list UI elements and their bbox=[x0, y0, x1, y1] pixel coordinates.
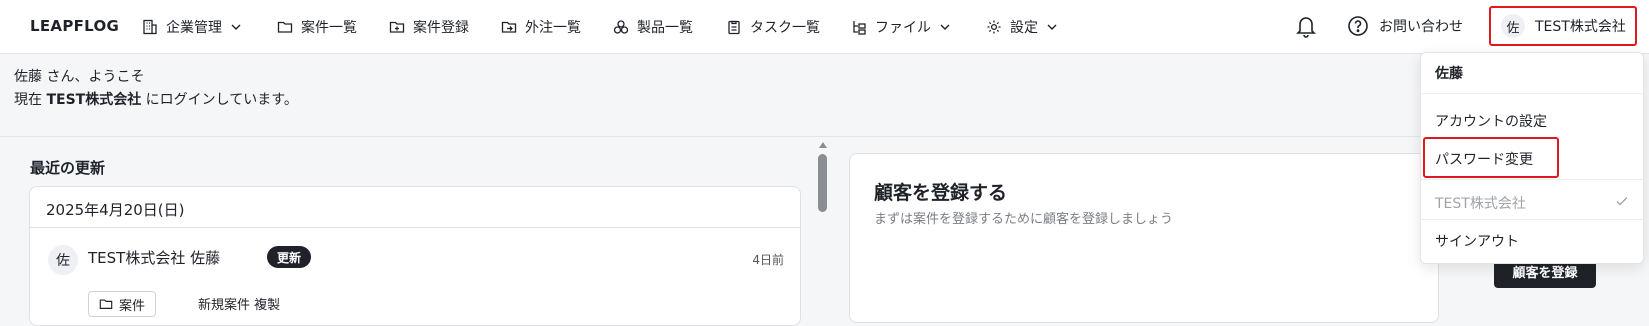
account-menu-button[interactable]: 佐 TEST株式会社 bbox=[1489, 6, 1637, 46]
scrollbar-thumb[interactable] bbox=[818, 154, 827, 212]
account-dropdown-menu: 佐藤 アカウントの設定 パスワード変更 TEST株式会社 サインアウト bbox=[1420, 52, 1644, 264]
register-customer-card: 顧客を登録する まずは案件を登録するために顧客を登録しましょう bbox=[849, 153, 1439, 323]
welcome-company: TEST株式会社 bbox=[46, 92, 142, 108]
help-circle-icon bbox=[1347, 15, 1369, 37]
nav-products[interactable]: 製品一覧 bbox=[612, 16, 693, 38]
contact-link[interactable]: お問い合わせ bbox=[1347, 14, 1463, 38]
section-divider bbox=[0, 136, 1420, 137]
nav-projects[interactable]: 案件一覧 bbox=[276, 16, 357, 38]
contact-label: お問い合わせ bbox=[1379, 19, 1463, 35]
welcome-line-2: 現在 TEST株式会社 にログインしています。 bbox=[14, 89, 298, 112]
date-heading: 2025年4月20日(日) bbox=[46, 201, 185, 219]
entry-detail[interactable]: 新規案件 複製 bbox=[198, 294, 280, 313]
nav-label: 外注一覧 bbox=[525, 20, 581, 36]
chevron-down-icon bbox=[1046, 21, 1058, 33]
dropdown-divider bbox=[1421, 219, 1643, 220]
folder-icon bbox=[276, 18, 294, 36]
dropdown-divider bbox=[1421, 179, 1643, 180]
nav-register-project[interactable]: 案件登録 bbox=[388, 16, 469, 38]
recent-updates-card: 2025年4月20日(日) 佐 TEST株式会社 佐藤 更新 4日前 案件 新規… bbox=[29, 186, 801, 326]
project-tag[interactable]: 案件 bbox=[88, 291, 157, 317]
dropdown-user-name: 佐藤 bbox=[1435, 66, 1463, 82]
folder-icon bbox=[99, 297, 113, 311]
folder-plus-icon bbox=[388, 18, 406, 36]
boxes-icon bbox=[612, 18, 630, 36]
nav-company-management[interactable]: 企業管理 bbox=[141, 16, 242, 38]
gear-icon bbox=[985, 18, 1003, 36]
nav-label: タスク一覧 bbox=[750, 20, 820, 36]
nav-label: ファイル bbox=[875, 20, 931, 36]
entry-author: TEST株式会社 佐藤 bbox=[88, 249, 221, 267]
welcome-suffix: にログインしています。 bbox=[141, 92, 298, 108]
nav-outsourcing[interactable]: 外注一覧 bbox=[500, 16, 581, 38]
card-subtitle: まずは案件を登録するために顧客を登録しましょう bbox=[874, 212, 1174, 227]
nav-label: 製品一覧 bbox=[637, 20, 693, 36]
menu-item-account-settings[interactable]: アカウントの設定 bbox=[1435, 111, 1547, 131]
chevron-down-icon bbox=[230, 21, 242, 33]
brand-logo[interactable]: LEAPFLOG bbox=[30, 17, 119, 35]
card-title: 顧客を登録する bbox=[874, 182, 1008, 204]
building-icon bbox=[141, 18, 159, 36]
bell-icon[interactable] bbox=[1295, 14, 1319, 40]
scroll-up-arrow-icon[interactable] bbox=[819, 142, 827, 148]
nav-tasks[interactable]: タスク一覧 bbox=[725, 16, 820, 38]
nav-label: 案件登録 bbox=[413, 20, 469, 36]
folder-export-icon bbox=[500, 18, 518, 36]
nav-label: 設定 bbox=[1010, 20, 1038, 36]
nav-label: 案件一覧 bbox=[301, 20, 357, 36]
dropdown-divider bbox=[1421, 93, 1643, 94]
nav-files[interactable]: ファイル bbox=[850, 16, 951, 38]
chevron-down-icon bbox=[939, 21, 951, 33]
card-divider bbox=[30, 227, 800, 228]
menu-item-password-change[interactable]: パスワード変更 bbox=[1435, 149, 1533, 169]
recent-updates-title: 最近の更新 bbox=[30, 159, 106, 177]
nav-label: 企業管理 bbox=[166, 20, 222, 36]
avatar: 佐 bbox=[48, 245, 78, 275]
welcome-prefix: 現在 bbox=[14, 92, 47, 108]
clipboard-icon bbox=[725, 18, 743, 36]
welcome-message: 佐藤 さん、ようこそ 現在 TEST株式会社 にログインしています。 bbox=[14, 66, 298, 112]
file-tree-icon bbox=[850, 18, 868, 36]
welcome-line-1: 佐藤 さん、ようこそ bbox=[14, 69, 145, 85]
scrollbar[interactable] bbox=[817, 140, 829, 310]
tag-label: 案件 bbox=[119, 298, 146, 314]
avatar: 佐 bbox=[1501, 14, 1525, 38]
account-name: TEST株式会社 bbox=[1535, 19, 1626, 35]
check-icon bbox=[1615, 193, 1629, 207]
entry-timestamp: 4日前 bbox=[752, 253, 784, 267]
menu-item-signout[interactable]: サインアウト bbox=[1435, 231, 1519, 251]
nav-settings[interactable]: 設定 bbox=[985, 16, 1058, 38]
status-badge: 更新 bbox=[267, 246, 312, 268]
menu-item-current-company[interactable]: TEST株式会社 bbox=[1435, 193, 1526, 213]
top-navigation-bar: LEAPFLOG 企業管理 案件一覧 案件登録 外注一覧 製品一覧 タスク一覧 … bbox=[0, 0, 1649, 54]
